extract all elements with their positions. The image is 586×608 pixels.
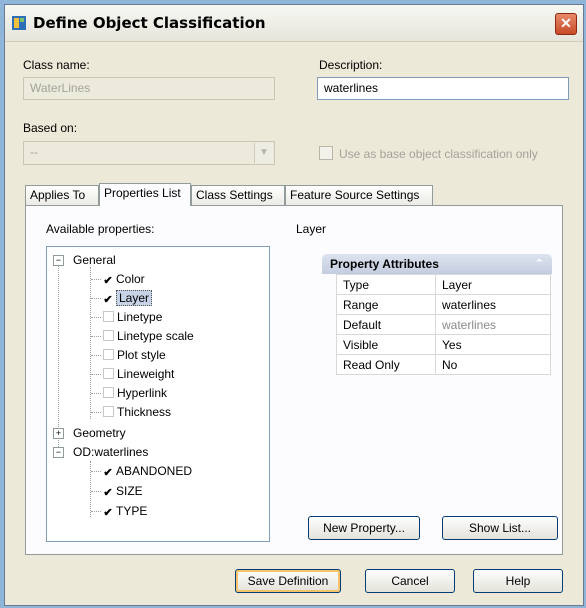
close-button[interactable]: ✕ [555, 13, 577, 35]
properties-list-panel: Available properties: Layer − General ✔ C… [25, 205, 563, 555]
table-row[interactable]: Default waterlines [336, 314, 551, 335]
tree-item-size[interactable]: ✔ SIZE [103, 482, 143, 500]
checkbox-box [319, 146, 333, 160]
tree-item-label: Linetype scale [117, 329, 194, 343]
tree-item-label: ABANDONED [116, 464, 193, 478]
based-on-combo[interactable]: -- ▼ [23, 141, 275, 165]
checkbox-icon [103, 330, 114, 341]
attr-key: Default [336, 314, 436, 335]
tree-item-label: Thickness [117, 405, 172, 419]
properties-tree[interactable]: − General ✔ Color ✔ Layer Linetype Linetyp… [46, 246, 270, 542]
checkmark-icon: ✔ [103, 294, 113, 306]
checkbox-icon [103, 349, 114, 360]
property-attributes-panel: Property Attributes ⌃ Type Layer Range w… [322, 254, 552, 380]
use-as-base-checkbox[interactable]: Use as base object classification only [319, 146, 538, 161]
show-list-button[interactable]: Show List... [442, 516, 558, 540]
collapse-icon[interactable]: ⌃ [535, 254, 544, 274]
property-attributes-header[interactable]: Property Attributes ⌃ [322, 254, 552, 274]
checkmark-icon: ✔ [103, 487, 113, 499]
description-label: Description: [319, 58, 383, 72]
help-button[interactable]: Help [473, 569, 563, 593]
save-definition-button[interactable]: Save Definition [235, 569, 341, 593]
tree-item-label: Hyperlink [117, 386, 168, 400]
tree-item-color[interactable]: ✔ Color [103, 270, 145, 288]
available-properties-label: Available properties: [46, 222, 155, 236]
collapse-general-icon[interactable]: − [53, 255, 64, 266]
dialog-window: Define Object Classification ✕ Class nam… [4, 4, 584, 606]
tree-item-label: Linetype [117, 310, 163, 324]
checkbox-icon [103, 368, 114, 379]
tree-item-type[interactable]: ✔ TYPE [103, 502, 147, 520]
tree-item-layer[interactable]: ✔ Layer [103, 289, 153, 307]
description-field[interactable]: waterlines [317, 77, 569, 100]
selected-property-label: Layer [296, 222, 327, 236]
tree-node-general[interactable]: General [73, 251, 116, 269]
table-row[interactable]: Read Only No [336, 354, 551, 375]
attr-key: Visible [336, 334, 436, 355]
tree-node-od-waterlines[interactable]: OD:waterlines [73, 443, 148, 461]
table-row[interactable]: Type Layer [336, 274, 551, 295]
close-icon: ✕ [560, 15, 572, 31]
tree-item-label: SIZE [116, 484, 143, 498]
checkbox-icon [103, 387, 114, 398]
window-title: Define Object Classification [33, 14, 266, 32]
tree-item-label: TYPE [116, 504, 148, 518]
tree-node-geometry[interactable]: Geometry [73, 424, 126, 442]
tab-properties-list[interactable]: Properties List [99, 183, 191, 206]
attr-value: No [435, 354, 551, 375]
use-as-base-label: Use as base object classification only [339, 147, 538, 161]
based-on-label: Based on: [23, 121, 78, 135]
chevron-down-icon[interactable]: ▼ [254, 143, 273, 163]
checkmark-icon: ✔ [103, 467, 113, 479]
class-name-label: Class name: [23, 58, 90, 72]
collapse-od-icon[interactable]: − [53, 447, 64, 458]
attr-value: Layer [435, 274, 551, 295]
tree-item-linetype[interactable]: Linetype [103, 308, 162, 326]
tree-item-label: Color [116, 272, 145, 286]
property-attributes-title: Property Attributes [330, 257, 439, 271]
attr-key: Range [336, 294, 436, 315]
attr-value: Yes [435, 334, 551, 355]
property-attributes-table: Type Layer Range waterlines Default wate… [336, 274, 551, 375]
tree-item-plot-style[interactable]: Plot style [103, 346, 166, 364]
based-on-value: -- [30, 145, 38, 159]
checkbox-icon [103, 406, 114, 417]
tree-item-hyperlink[interactable]: Hyperlink [103, 384, 167, 402]
tree-item-thickness[interactable]: Thickness [103, 403, 171, 421]
tab-class-settings[interactable]: Class Settings [191, 185, 285, 205]
tab-feature-source-settings[interactable]: Feature Source Settings [285, 185, 433, 205]
tree-item-label: Layer [116, 290, 153, 306]
new-property-button[interactable]: New Property... [308, 516, 420, 540]
attr-value: waterlines [435, 314, 551, 335]
app-icon [11, 15, 27, 31]
title-bar[interactable]: Define Object Classification ✕ [5, 5, 583, 42]
checkmark-icon: ✔ [103, 275, 113, 287]
attr-key: Type [336, 274, 436, 295]
table-row[interactable]: Range waterlines [336, 294, 551, 315]
class-name-field[interactable]: WaterLines [23, 77, 275, 100]
checkbox-icon [103, 311, 114, 322]
tree-item-label: Lineweight [117, 367, 175, 381]
tree-item-abandoned[interactable]: ✔ ABANDONED [103, 462, 192, 480]
cancel-button[interactable]: Cancel [365, 569, 455, 593]
tree-item-linetype-scale[interactable]: Linetype scale [103, 327, 194, 345]
tree-item-lineweight[interactable]: Lineweight [103, 365, 174, 383]
table-row[interactable]: Visible Yes [336, 334, 551, 355]
tree-item-label: Plot style [117, 348, 166, 362]
tab-applies-to[interactable]: Applies To [25, 185, 99, 205]
attr-key: Read Only [336, 354, 436, 375]
expand-geometry-icon[interactable]: + [53, 428, 64, 439]
checkmark-icon: ✔ [103, 507, 113, 519]
attr-value: waterlines [435, 294, 551, 315]
